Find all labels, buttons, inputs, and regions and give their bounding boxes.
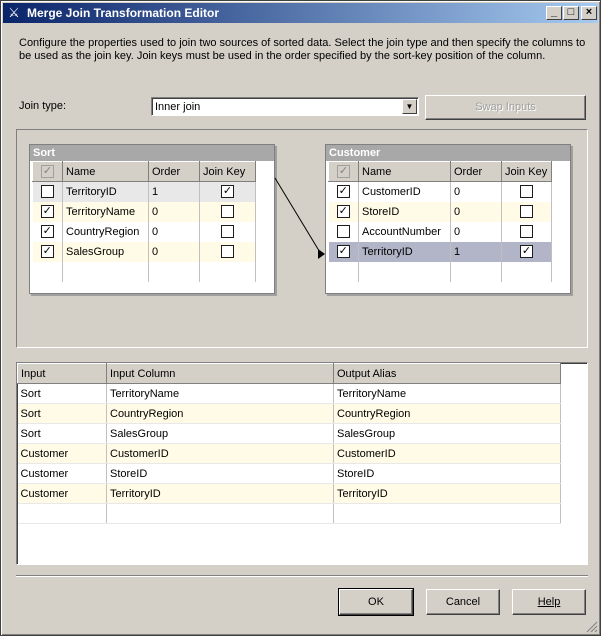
input-column-cell[interactable]: SalesGroup xyxy=(106,423,334,444)
input-column-cell[interactable]: CountryRegion xyxy=(106,403,334,424)
input-column-cell[interactable]: StoreID xyxy=(106,463,334,484)
help-button[interactable]: Help xyxy=(512,589,586,615)
input-cell[interactable]: Customer xyxy=(17,463,107,484)
ssis-app-icon: ⚔ xyxy=(8,5,20,20)
join-line[interactable] xyxy=(274,177,322,255)
minimize-button[interactable]: _ xyxy=(546,6,562,20)
input-cell[interactable]: Customer xyxy=(17,443,107,464)
button-separator xyxy=(16,575,588,577)
join-connector[interactable] xyxy=(17,130,587,347)
swap-inputs-button[interactable]: Swap Inputs xyxy=(425,95,586,120)
editor-description: Configure the properties used to join tw… xyxy=(19,37,586,62)
input-cell[interactable]: Sort xyxy=(17,383,107,404)
new-output-row[interactable] xyxy=(17,503,561,524)
window-title: Merge Join Transformation Editor xyxy=(27,6,220,20)
merge-join-editor-window: ⚔ Merge Join Transformation Editor _ □ ×… xyxy=(0,0,601,636)
ok-button[interactable]: OK xyxy=(338,588,414,616)
output-row[interactable]: Customer CustomerID CustomerID xyxy=(17,443,561,464)
input-column-cell[interactable]: TerritoryName xyxy=(106,383,334,404)
output-alias-cell[interactable]: CustomerID xyxy=(333,443,561,464)
output-columns-grid: Input Input Column Output Alias Sort Terr… xyxy=(17,363,561,524)
input-cell[interactable]: Sort xyxy=(17,403,107,424)
cancel-button[interactable]: Cancel xyxy=(426,589,500,615)
output-columns-panel: Input Input Column Output Alias Sort Terr… xyxy=(16,362,588,565)
input-column-cell[interactable]: CustomerID xyxy=(106,443,334,464)
join-design-surface: Sort ✓ Name Order Join Key TerritoryID 1 ✓… xyxy=(16,129,588,348)
output-alias-cell[interactable]: StoreID xyxy=(333,463,561,484)
title-bar[interactable]: ⚔ Merge Join Transformation Editor _ □ × xyxy=(3,3,598,23)
resize-grip-icon[interactable] xyxy=(586,621,598,633)
output-alias-cell[interactable]: TerritoryName xyxy=(333,383,561,404)
input-header[interactable]: Input xyxy=(17,363,107,384)
join-arrow-icon xyxy=(318,249,325,259)
output-row[interactable]: Sort CountryRegion CountryRegion xyxy=(17,403,561,424)
output-alias-cell[interactable]: SalesGroup xyxy=(333,423,561,444)
join-type-label: Join type: xyxy=(19,100,67,112)
input-column-header[interactable]: Input Column xyxy=(106,363,334,384)
output-alias-header[interactable]: Output Alias xyxy=(333,363,561,384)
input-column-cell[interactable]: TerritoryID xyxy=(106,483,334,504)
close-button[interactable]: × xyxy=(581,6,597,20)
output-alias-cell[interactable]: TerritoryID xyxy=(333,483,561,504)
output-alias-cell[interactable]: CountryRegion xyxy=(333,403,561,424)
input-cell[interactable]: Customer xyxy=(17,483,107,504)
input-cell[interactable]: Sort xyxy=(17,423,107,444)
join-type-dropdown[interactable]: Inner join ▼ xyxy=(151,97,419,116)
dropdown-arrow-icon[interactable]: ▼ xyxy=(402,99,417,114)
join-type-value: Inner join xyxy=(155,101,201,113)
output-row[interactable]: Sort SalesGroup SalesGroup xyxy=(17,423,561,444)
output-row[interactable]: Customer StoreID StoreID xyxy=(17,463,561,484)
output-row[interactable]: Customer TerritoryID TerritoryID xyxy=(17,483,561,504)
output-row[interactable]: Sort TerritoryName TerritoryName xyxy=(17,383,561,404)
maximize-button[interactable]: □ xyxy=(563,6,579,20)
